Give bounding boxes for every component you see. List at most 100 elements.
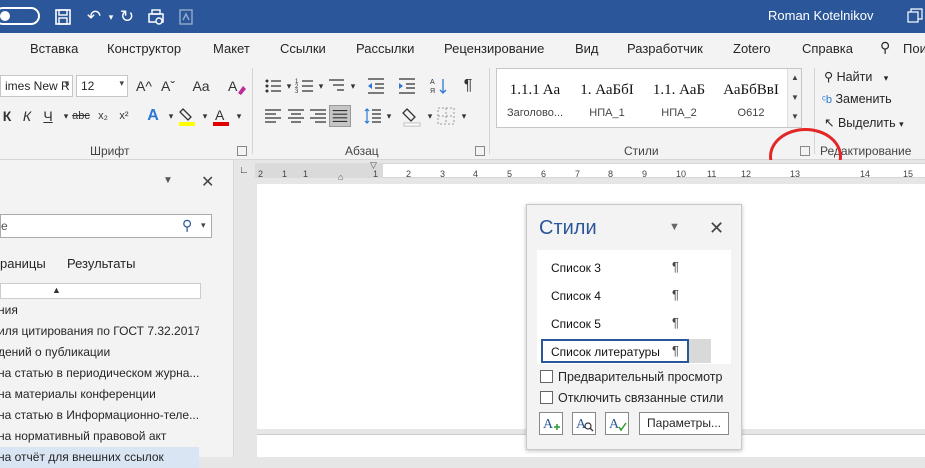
gallery-scrollbar[interactable]: ▲ ▼ ▼ bbox=[787, 69, 801, 127]
decrease-indent-icon[interactable] bbox=[365, 75, 387, 97]
style-o612[interactable]: АаБбВвI О612 bbox=[715, 69, 787, 127]
collapse-icon[interactable]: ▲ bbox=[52, 285, 61, 295]
scroll-down-icon[interactable]: ▼ bbox=[789, 93, 801, 102]
horizontal-ruler[interactable]: ∟ 2 1 1 1 2 3 4 5 6 7 8 9 10 11 12 13 14… bbox=[235, 160, 925, 184]
align-left-icon[interactable] bbox=[262, 105, 284, 127]
svg-text:Я: Я bbox=[430, 88, 435, 95]
search-icon[interactable]: ⚲ bbox=[880, 39, 890, 56]
style-list-item-selected[interactable]: Список литературы ¶ bbox=[537, 337, 731, 365]
format-painter-icon[interactable] bbox=[175, 6, 197, 28]
show-formatting-marks-button[interactable]: ¶ bbox=[457, 75, 479, 97]
options-button[interactable]: Параметры... bbox=[639, 412, 729, 435]
align-center-icon[interactable] bbox=[285, 105, 307, 127]
print-preview-icon[interactable] bbox=[145, 6, 167, 28]
chevron-down-icon[interactable]: ▼ bbox=[163, 175, 173, 186]
ruler-tick: 12 bbox=[741, 169, 752, 179]
nav-heading-item[interactable]: на статью в Информационно-теле... bbox=[0, 405, 199, 426]
tab-developer[interactable]: Разработчик bbox=[627, 41, 703, 56]
chevron-down-icon[interactable]: ▾ bbox=[342, 75, 364, 97]
nav-heading-item[interactable]: иля цитирования по ГОСТ 7.32.2017 bbox=[0, 321, 199, 342]
font-dialog-launcher-icon[interactable] bbox=[237, 146, 247, 156]
tab-design[interactable]: Конструктор bbox=[107, 41, 181, 56]
shrink-font-button[interactable]: Aˇ bbox=[157, 75, 179, 97]
strikethrough-button[interactable]: abc bbox=[70, 105, 92, 127]
chevron-down-icon: ▾ bbox=[899, 119, 904, 129]
preview-checkbox[interactable] bbox=[540, 370, 553, 383]
restore-window-icon[interactable] bbox=[905, 6, 925, 26]
style-name: О612 bbox=[737, 107, 765, 119]
nav-collapse-bar[interactable]: ▲ bbox=[0, 283, 201, 299]
italic-button[interactable]: К bbox=[16, 105, 38, 127]
select-label: Выделить bbox=[837, 116, 896, 130]
first-line-indent-icon[interactable]: ▽ bbox=[370, 160, 377, 171]
nav-heading-item[interactable]: ния bbox=[0, 300, 199, 321]
nav-heading-item-selected[interactable]: на отчёт для внешних ссылок bbox=[0, 447, 199, 468]
preview-label[interactable]: Предварительный просмотр bbox=[558, 370, 722, 384]
select-button[interactable]: ↖ Выделить ▾ bbox=[824, 115, 904, 130]
indent-marker-icon[interactable]: ⌂ bbox=[338, 172, 343, 182]
subscript-button[interactable]: x₂ bbox=[92, 105, 114, 127]
close-icon[interactable]: ✕ bbox=[201, 172, 214, 192]
manage-styles-icon[interactable]: A bbox=[605, 412, 629, 435]
nav-heading-item[interactable]: на материалы конференции bbox=[0, 384, 199, 405]
disable-linked-checkbox[interactable] bbox=[540, 391, 553, 404]
tab-results[interactable]: Результаты bbox=[67, 256, 135, 271]
sort-icon[interactable]: АЯ bbox=[428, 75, 450, 97]
tab-pages[interactable]: раницы bbox=[0, 256, 46, 271]
tab-insert[interactable]: Вставка bbox=[30, 41, 78, 56]
chevron-down-icon[interactable]: ▾ bbox=[378, 105, 400, 127]
redo-icon[interactable]: ↻ bbox=[116, 6, 138, 28]
style-npa-1[interactable]: 1. АаБбІ НПА_1 bbox=[571, 69, 643, 127]
clear-formatting-icon[interactable]: A bbox=[225, 75, 247, 97]
chevron-down-icon[interactable]: ▼ bbox=[669, 221, 680, 233]
tab-mailings[interactable]: Рассылки bbox=[356, 41, 414, 56]
tab-references[interactable]: Ссылки bbox=[280, 41, 326, 56]
superscript-button[interactable]: x² bbox=[113, 105, 135, 127]
chevron-down-icon[interactable]: ▾ bbox=[228, 105, 250, 127]
style-dropdown-area[interactable] bbox=[689, 339, 711, 363]
style-inspector-icon[interactable]: A bbox=[572, 412, 596, 435]
justify-icon[interactable] bbox=[329, 105, 351, 127]
find-button[interactable]: ⚲ Найти ▾ bbox=[824, 69, 888, 84]
new-style-icon[interactable]: A bbox=[539, 412, 563, 435]
user-name[interactable]: Roman Kotelnikov bbox=[768, 8, 874, 23]
ruler-tick: 4 bbox=[473, 169, 479, 179]
style-list-item[interactable]: Список 3 ¶ bbox=[537, 253, 731, 281]
style-list-item[interactable]: Список 5 ¶ bbox=[537, 309, 731, 337]
change-case-button[interactable]: Aa bbox=[186, 75, 216, 97]
style-heading[interactable]: 1.1.1 Aa Заголово... bbox=[499, 69, 571, 127]
save-icon[interactable] bbox=[52, 6, 74, 28]
tab-zotero[interactable]: Zotero bbox=[733, 41, 771, 56]
paragraph-dialog-launcher-icon[interactable] bbox=[475, 146, 485, 156]
font-name-combo[interactable]: imes New R ▾ bbox=[0, 75, 73, 97]
tab-selector-icon[interactable]: ∟ bbox=[239, 165, 249, 176]
close-icon[interactable]: ✕ bbox=[709, 218, 724, 239]
style-sample: 1.1.1 Aa bbox=[509, 82, 561, 98]
nav-heading-item[interactable]: дений о публикации bbox=[0, 342, 199, 363]
style-list-name: Список литературы bbox=[551, 345, 660, 359]
disable-linked-label[interactable]: Отключить связанные стили bbox=[558, 391, 723, 405]
ruler-tick: 11 bbox=[707, 169, 717, 179]
nav-search-input[interactable]: е ⚲ ▾ bbox=[0, 214, 212, 238]
tab-help[interactable]: Справка bbox=[802, 41, 853, 56]
tab-review[interactable]: Рецензирование bbox=[444, 41, 544, 56]
font-size-combo[interactable]: 12 ▾ bbox=[76, 75, 128, 97]
svg-text:3: 3 bbox=[295, 89, 299, 95]
gallery-more-icon[interactable]: ▼ bbox=[789, 112, 801, 121]
align-right-icon[interactable] bbox=[307, 105, 329, 127]
tell-me-label[interactable]: Пои bbox=[903, 41, 925, 56]
tab-view[interactable]: Вид bbox=[575, 41, 599, 56]
chevron-down-icon[interactable]: ▾ bbox=[453, 105, 475, 127]
increase-indent-icon[interactable] bbox=[396, 75, 418, 97]
grow-font-button[interactable]: A^ bbox=[133, 75, 155, 97]
autosave-toggle-icon[interactable] bbox=[0, 7, 40, 25]
style-npa-2[interactable]: 1.1. АаБ НПА_2 bbox=[643, 69, 715, 127]
style-list-item[interactable]: Список 4 ¶ bbox=[537, 281, 731, 309]
nav-heading-item[interactable]: на статью в периодическом журна... bbox=[0, 363, 199, 384]
scroll-up-icon[interactable]: ▲ bbox=[789, 73, 801, 82]
search-icon[interactable]: ⚲ bbox=[182, 217, 192, 234]
tab-layout[interactable]: Макет bbox=[213, 41, 250, 56]
chevron-down-icon[interactable]: ▾ bbox=[201, 220, 206, 231]
replace-button[interactable]: ᶜb Заменить bbox=[822, 92, 892, 106]
nav-heading-item[interactable]: на нормативный правовой акт bbox=[0, 426, 199, 447]
